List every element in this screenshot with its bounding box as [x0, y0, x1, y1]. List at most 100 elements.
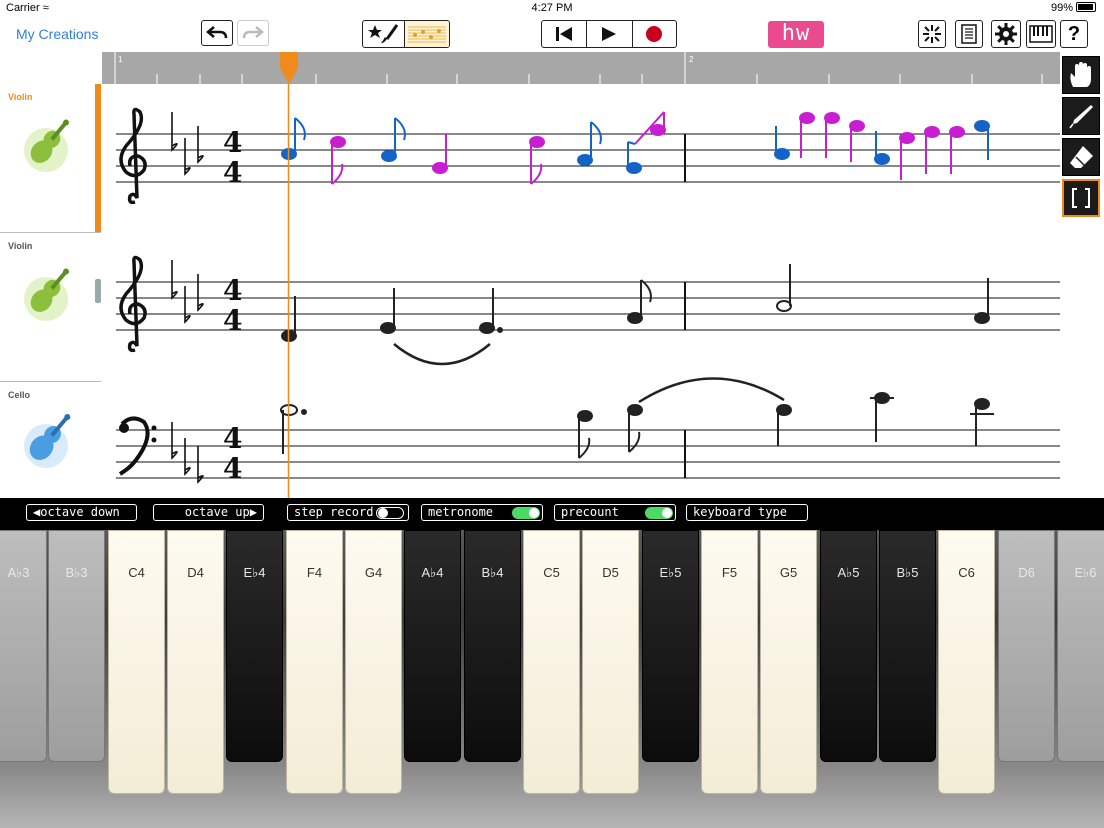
piano-key[interactable]: G5 — [760, 530, 817, 794]
eraser-icon — [1070, 146, 1093, 168]
track-name: Cello — [8, 390, 31, 400]
step-record-switch[interactable] — [376, 507, 404, 519]
piano-key[interactable]: D6 — [998, 530, 1055, 762]
selection-tool-button[interactable] — [1062, 179, 1100, 217]
track-violin-1[interactable]: Violin — [0, 84, 101, 233]
eraser-tool-button[interactable] — [1062, 138, 1100, 176]
hand-tool-button[interactable] — [1062, 56, 1100, 94]
svg-text:4: 4 — [223, 126, 242, 159]
piano-keyboard: A♭3 B♭3 C4 D4 E♭4 F4 G4 A♭4 B♭4 C5 D5 E♭… — [0, 530, 1104, 828]
selected-track-indicator — [95, 84, 101, 232]
record-button[interactable] — [633, 21, 676, 47]
piano-key[interactable]: D5 — [582, 530, 639, 794]
compose-mode-button[interactable] — [363, 21, 406, 47]
notes-violin-1 — [281, 111, 990, 185]
svg-text:4: 4 — [223, 274, 242, 307]
help-button[interactable]: ? — [1060, 20, 1088, 48]
play-button[interactable] — [587, 21, 633, 47]
keyboard-control-bar: ◀octave down octave up▶ step record metr… — [0, 498, 1104, 530]
undo-button[interactable] — [201, 20, 233, 46]
question-icon: ? — [1067, 22, 1081, 45]
score-canvas[interactable]: 44 44 44 — [102, 84, 1060, 498]
record-icon — [646, 26, 663, 42]
piano-key[interactable]: B♭5 — [879, 530, 936, 762]
piano-key[interactable]: C6 — [938, 530, 995, 794]
piano-key[interactable]: E♭5 — [642, 530, 699, 762]
piano-key[interactable]: A♭4 — [404, 530, 461, 762]
hw-logo-button[interactable]: hw — [768, 21, 824, 48]
lyrics-button[interactable] — [955, 20, 983, 48]
violin-icon — [24, 119, 69, 172]
transport-controls — [541, 20, 677, 48]
track-name: Violin — [8, 92, 33, 102]
svg-text:4: 4 — [223, 452, 242, 485]
piano-key[interactable]: C5 — [523, 530, 580, 794]
precount-toggle[interactable]: precount — [554, 504, 676, 521]
keyboard-type-button[interactable]: keyboard type — [686, 504, 808, 521]
right-arrow-icon: ▶ — [249, 505, 257, 519]
sparkle-icon — [923, 25, 941, 43]
precount-switch[interactable] — [645, 507, 673, 519]
track-cello[interactable]: Cello — [0, 382, 101, 498]
piano-key[interactable]: F5 — [701, 530, 758, 794]
redo-button[interactable] — [237, 20, 269, 46]
treble-clef-icon — [119, 255, 147, 353]
clock: 4:27 PM — [531, 2, 573, 14]
track-list: Violin Violin Cello — [0, 84, 103, 498]
playhead-handle[interactable] — [279, 52, 299, 84]
timeline-ruler[interactable]: 1 2 — [102, 52, 1060, 84]
octave-down-button[interactable]: ◀octave down — [26, 504, 137, 521]
gear-icon — [995, 23, 1017, 45]
track-resize-handle[interactable] — [95, 279, 101, 303]
sheet-music-icon — [408, 26, 447, 43]
piano-key[interactable]: F4 — [286, 530, 343, 794]
status-bar: Carrier ≈ 4:27 PM 99% — [0, 0, 1104, 18]
star-brush-icon — [367, 24, 398, 44]
track-name: Violin — [8, 241, 33, 251]
play-icon — [602, 27, 617, 41]
document-icon — [961, 24, 977, 44]
battery-icon — [1076, 2, 1096, 12]
score-view-button[interactable] — [405, 21, 449, 47]
svg-text:4: 4 — [223, 422, 242, 455]
octave-up-button[interactable]: octave up▶ — [153, 504, 264, 521]
view-mode-toggle — [362, 20, 450, 48]
track-violin-2[interactable]: Violin — [0, 233, 101, 382]
piano-key[interactable]: A♭3 — [0, 530, 47, 762]
key-signature-flats — [171, 112, 204, 484]
score-area[interactable]: 44 44 44 — [102, 84, 1060, 498]
bracket-select-icon — [1072, 188, 1090, 208]
hand-icon — [1070, 62, 1091, 87]
undo-icon — [206, 26, 228, 39]
ruler-ticks — [114, 52, 1043, 84]
metronome-toggle[interactable]: metronome — [421, 504, 543, 521]
pen-tool-button[interactable] — [1062, 97, 1100, 135]
top-toolbar: My Creations hw ? — [0, 18, 1104, 52]
settings-button[interactable] — [991, 20, 1021, 48]
piano-key[interactable]: B♭3 — [48, 530, 105, 762]
staff-violin-2 — [116, 281, 1060, 331]
svg-text:4: 4 — [223, 304, 242, 337]
time-signature: 44 44 44 — [223, 126, 242, 485]
piano-key[interactable]: G4 — [345, 530, 402, 794]
pen-icon — [1069, 105, 1093, 129]
piano-key[interactable]: D4 — [167, 530, 224, 794]
my-creations-link[interactable]: My Creations — [16, 26, 98, 42]
piano-key[interactable]: B♭4 — [464, 530, 521, 762]
metronome-switch[interactable] — [512, 507, 540, 519]
battery-indicator: 99% — [1051, 2, 1096, 14]
piano-key[interactable]: E♭4 — [226, 530, 283, 762]
keyboard-toggle-button[interactable] — [1026, 20, 1056, 48]
piano-key[interactable]: A♭5 — [820, 530, 877, 762]
cello-icon — [24, 414, 71, 468]
violin-icon — [24, 268, 69, 321]
measure-number: 1 — [118, 55, 123, 64]
svg-text:4: 4 — [223, 156, 242, 189]
step-record-toggle[interactable]: step record — [287, 504, 409, 521]
tool-palette — [1062, 56, 1102, 220]
piano-key[interactable]: C4 — [108, 530, 165, 794]
rewind-button[interactable] — [542, 21, 588, 47]
effects-button[interactable] — [918, 20, 946, 48]
staff-cello — [116, 429, 1060, 479]
piano-key[interactable]: E♭6 — [1057, 530, 1104, 762]
